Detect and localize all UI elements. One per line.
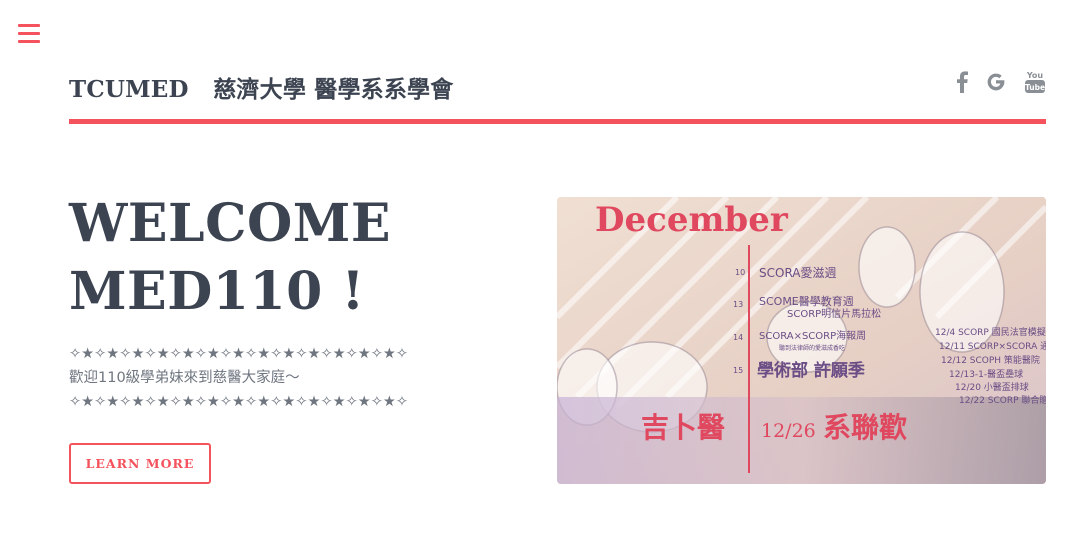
poster-bottom-left: 吉卜醫 bbox=[641, 411, 725, 444]
poster-timeline-date: 14 bbox=[733, 333, 743, 342]
poster-timeline-item: 學術部 許願季 bbox=[757, 360, 865, 381]
hero-poster-image: December 10 SCORA愛滋週 13 SCOME醫學教育週 SCORP… bbox=[557, 197, 1046, 484]
learn-more-button[interactable]: LEARN MORE bbox=[69, 443, 211, 484]
hero-text: ✧★✧★✧★✧★✧★✧★✧★✧★✧★✧★✧★✧★✧★✧ 歡迎110級學弟妹來到慈… bbox=[69, 342, 489, 414]
poster-timeline-item: SCORA×SCORP海報周 bbox=[759, 329, 866, 342]
poster-bottom-right: 系聯歡 bbox=[823, 411, 907, 444]
poster-timeline-item: SCORA愛滋週 bbox=[759, 266, 837, 280]
hero-title-line2: MED110 ! bbox=[69, 261, 365, 322]
poster-side-event: 12/22 SCORP 聯合贈書 bbox=[959, 394, 1046, 406]
google-icon[interactable] bbox=[986, 72, 1006, 96]
poster-side-event: 12/20 小醫盃排球 bbox=[955, 381, 1029, 393]
poster-timeline-item: 聽到法律師的愛滋成香吃 bbox=[779, 344, 845, 352]
poster-timeline-date: 13 bbox=[733, 300, 743, 309]
poster-timeline-date: 10 bbox=[735, 268, 745, 277]
hero-text-line: ✧★✧★✧★✧★✧★✧★✧★✧★✧★✧★✧★✧★✧★✧ bbox=[69, 346, 409, 362]
poster-side-event: 12/4 SCORP 國民法官模擬法庭 bbox=[935, 326, 1046, 338]
facebook-icon[interactable] bbox=[956, 71, 968, 97]
poster-bottom-date: 12/26 bbox=[761, 420, 816, 442]
poster-timeline-item: SCORP明信片馬拉松 bbox=[787, 307, 881, 320]
site-header: TCUMED 慈濟大學 醫學系系學會 You Tube bbox=[69, 62, 1046, 124]
youtube-icon-top-text: You bbox=[1026, 71, 1044, 80]
poster-timeline-item: SCOME醫學教育週 bbox=[759, 294, 854, 308]
poster-side-event: 12/11 SCORP×SCORA 通識講座 bbox=[939, 340, 1046, 352]
poster-side-event: 12/13-1-醫盃壘球 bbox=[949, 368, 1023, 380]
hero-text-line: 歡迎110級學弟妹來到慈醫大家庭～ bbox=[69, 370, 300, 386]
poster-side-event: 12/12 SCOPH 策能醫院 bbox=[941, 354, 1040, 366]
poster-heading: December bbox=[595, 200, 789, 240]
youtube-icon[interactable]: You Tube bbox=[1024, 70, 1046, 98]
hero-text-line: ✧★✧★✧★✧★✧★✧★✧★✧★✧★✧★✧★✧★✧★✧ bbox=[69, 394, 409, 410]
youtube-icon-bottom-text: Tube bbox=[1025, 83, 1045, 92]
hero-title: WELCOME MED110 ! bbox=[69, 190, 391, 326]
poster-timeline-date: 15 bbox=[733, 366, 743, 375]
hero-title-line1: WELCOME bbox=[69, 193, 391, 254]
social-links: You Tube bbox=[956, 70, 1046, 98]
site-title[interactable]: TCUMED 慈濟大學 醫學系系學會 bbox=[69, 70, 453, 104]
menu-toggle-icon[interactable] bbox=[18, 24, 40, 44]
